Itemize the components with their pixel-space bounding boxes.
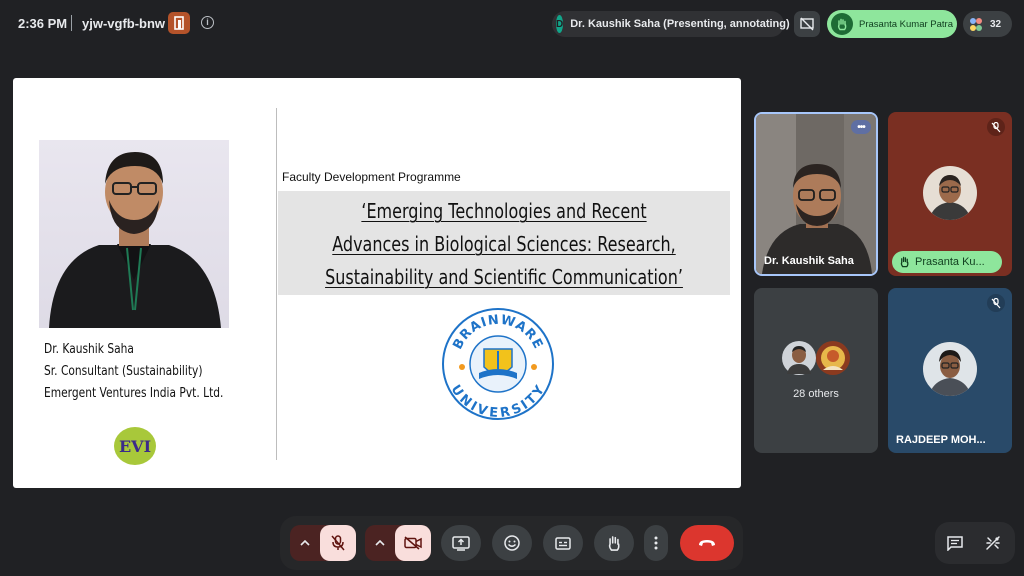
slide-divider [276, 108, 277, 460]
participant-tile-prasanta[interactable]: Prasanta Ku... [888, 112, 1012, 276]
meeting-code: yjw-vgfb-bnw [82, 16, 166, 31]
others-count-label: 28 others [793, 388, 839, 400]
presentation-slide: Dr. Kaushik Saha Sr. Consultant (Sustain… [13, 78, 741, 488]
more-options-icon[interactable]: ••• [851, 120, 871, 134]
end-call-icon [699, 540, 715, 546]
raise-hand-icon [608, 535, 620, 551]
avatar [923, 342, 977, 396]
side-tools [935, 522, 1015, 564]
mic-off-button[interactable] [320, 525, 356, 561]
brainware-university-logo: BRAINWARE UNIVERSITY [442, 308, 554, 421]
door-icon[interactable] [168, 12, 190, 34]
participant-name: Prasanta Ku... [915, 256, 985, 268]
slide-title-line: ‘Emerging Technologies and Recent [361, 199, 647, 223]
camera-control [365, 525, 431, 561]
chevron-up-icon[interactable] [290, 525, 320, 561]
avatar [923, 166, 977, 220]
captions-icon [555, 536, 571, 550]
raised-hand-name: Prasanta Kumar Patra [859, 18, 953, 30]
info-icon[interactable]: i [201, 16, 214, 29]
evi-logo-text: EVI [119, 437, 151, 456]
mic-off-icon [987, 118, 1005, 136]
speaker-name: Dr. Kaushik Saha [44, 342, 134, 357]
presenter-chip[interactable]: D Dr. Kaushik Saha (Presenting, annotati… [552, 11, 790, 37]
reactions-button[interactable] [492, 525, 532, 561]
stop-sharing-icon[interactable] [794, 11, 820, 37]
mic-control [290, 525, 356, 561]
present-screen-button[interactable] [441, 525, 481, 561]
present-icon [452, 535, 470, 551]
participant-name: RAJDEEP MOH... [896, 434, 986, 446]
slide-title-line: Sustainability and Scientific Communicat… [325, 265, 683, 289]
avatar: D [556, 15, 564, 33]
participants-button[interactable]: 32 [963, 11, 1012, 37]
raised-hand-chip[interactable]: Prasanta Kumar Patra [827, 10, 957, 38]
presenter-label: Dr. Kaushik Saha (Presenting, annotating… [570, 18, 790, 30]
mic-off-icon [987, 294, 1005, 312]
raise-hand-icon [900, 256, 909, 268]
video-feed [756, 114, 876, 274]
raise-hand-icon [831, 13, 853, 35]
slide-title-box: ‘Emerging Technologies and Recent Advanc… [278, 191, 730, 295]
others-avatars [781, 338, 853, 378]
participant-tile-kaushik[interactable]: ••• Dr. Kaushik Saha [754, 112, 878, 276]
speaker-photo [39, 140, 229, 328]
chat-icon[interactable] [943, 531, 967, 555]
captions-button[interactable] [543, 525, 583, 561]
more-options-button[interactable] [644, 525, 668, 561]
participant-name: Dr. Kaushik Saha [764, 255, 854, 267]
participant-tile-rajdeep[interactable]: RAJDEEP MOH... [888, 288, 1012, 453]
raise-hand-button[interactable] [594, 525, 634, 561]
participants-count: 32 [990, 18, 1002, 30]
slide-title-line: Advances in Biological Sciences: Researc… [332, 232, 676, 256]
leave-call-button[interactable] [680, 525, 734, 561]
participant-tile-others[interactable]: 28 others [754, 288, 878, 453]
meeting-toolbar [280, 516, 743, 570]
mic-off-icon [331, 535, 345, 551]
chevron-up-icon[interactable] [365, 525, 395, 561]
more-vert-icon [654, 536, 658, 550]
divider [71, 15, 72, 31]
clock: 2:36 PM [18, 16, 68, 31]
speaker-role: Sr. Consultant (Sustainability) [44, 364, 203, 379]
camera-off-icon [404, 536, 422, 550]
emoji-icon [504, 535, 520, 551]
programme-label: Faculty Development Programme [282, 170, 461, 184]
camera-off-button[interactable] [395, 525, 431, 561]
top-bar: 2:36 PM yjw-vgfb-bnw i D Dr. Kaushik Sah… [0, 0, 1024, 46]
speaker-company: Emergent Ventures India Pvt. Ltd. [44, 386, 224, 401]
raised-hand-badge: Prasanta Ku... [892, 251, 1002, 273]
activities-icon[interactable] [981, 531, 1005, 555]
evi-logo: EVI [114, 427, 156, 465]
people-icon [970, 18, 982, 31]
